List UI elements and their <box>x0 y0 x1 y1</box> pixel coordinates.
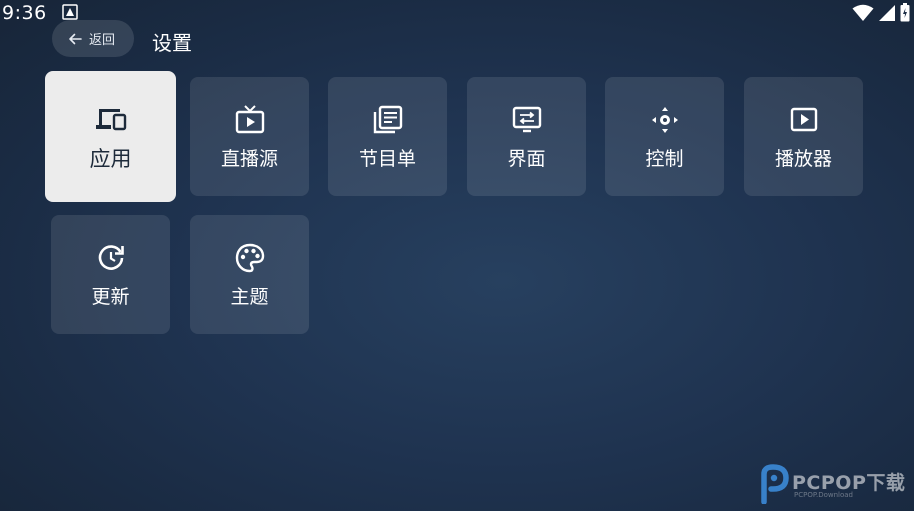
status-time: 9:36 <box>2 2 47 24</box>
display-swap-icon <box>509 102 545 138</box>
play-box-icon <box>786 102 822 138</box>
tile-label: 界面 <box>507 148 546 170</box>
tile-label: 应用 <box>89 146 132 171</box>
palette-icon <box>232 240 268 276</box>
signal-icon <box>879 5 895 21</box>
watermark: PCPOP下载 PCPOP.Download <box>756 464 912 506</box>
back-button[interactable]: 返回 <box>52 20 134 57</box>
tile-label: 控制 <box>645 148 684 170</box>
tile-label: 主题 <box>230 286 269 308</box>
watermark-logo-icon <box>761 464 789 504</box>
tile-live-source[interactable]: 直播源 <box>190 77 309 196</box>
battery-icon <box>900 3 910 22</box>
tile-label: 播放器 <box>774 148 832 170</box>
wifi-icon <box>852 4 874 21</box>
notification-icon <box>62 4 78 20</box>
watermark-subtext: PCPOP.Download <box>794 491 853 499</box>
tile-label: 直播源 <box>220 148 278 170</box>
arrow-left-icon <box>69 33 82 44</box>
status-icons <box>852 3 910 22</box>
library-icon <box>370 102 406 138</box>
update-icon <box>93 240 129 276</box>
dpad-icon <box>647 102 683 138</box>
tile-label: 节目单 <box>358 148 416 170</box>
status-bar: 9:36 <box>0 0 914 26</box>
back-label: 返回 <box>88 33 115 48</box>
tile-theme[interactable]: 主题 <box>190 215 309 334</box>
devices-icon <box>93 101 129 137</box>
tile-player[interactable]: 播放器 <box>744 77 863 196</box>
tile-interface[interactable]: 界面 <box>467 77 586 196</box>
tile-label: 更新 <box>91 286 130 308</box>
tv-icon <box>232 102 268 138</box>
tile-update[interactable]: 更新 <box>51 215 170 334</box>
tile-app[interactable]: 应用 <box>45 71 176 202</box>
tile-control[interactable]: 控制 <box>605 77 724 196</box>
tile-program-guide[interactable]: 节目单 <box>328 77 447 196</box>
page-title: 设置 <box>152 31 192 55</box>
